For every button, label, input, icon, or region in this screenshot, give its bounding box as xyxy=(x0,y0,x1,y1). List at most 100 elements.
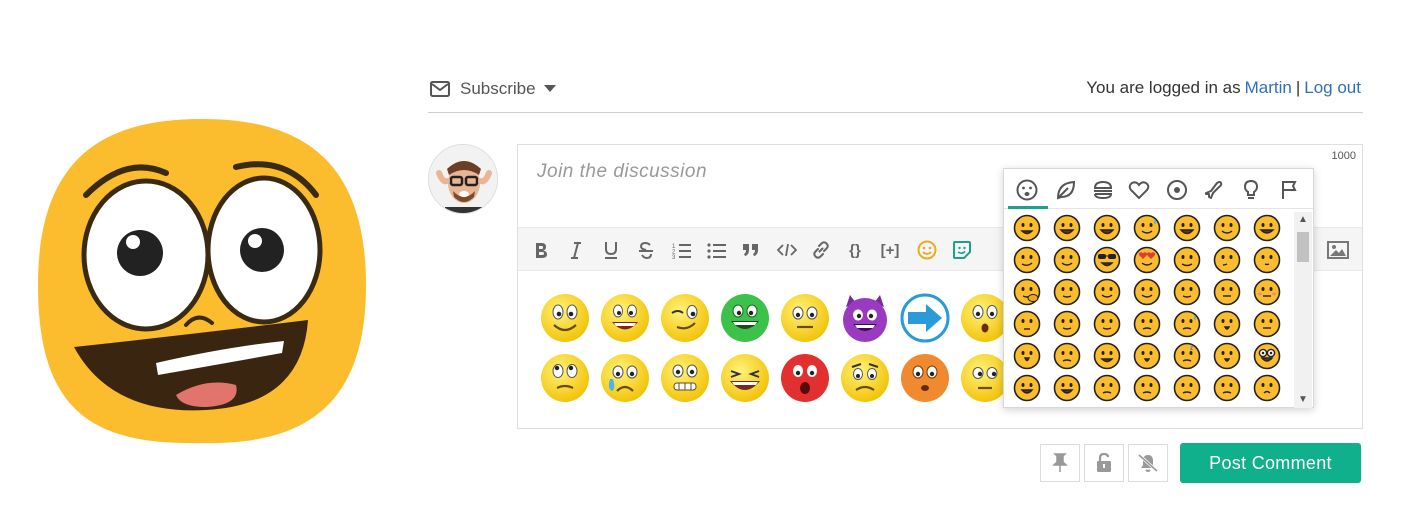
emoji-option[interactable] xyxy=(1093,246,1121,274)
emoji-option[interactable] xyxy=(1213,310,1241,338)
emoji-option[interactable] xyxy=(1013,342,1041,370)
emoji-option[interactable] xyxy=(1213,214,1241,242)
emoji-option[interactable] xyxy=(1133,342,1161,370)
emoji-option[interactable] xyxy=(1093,374,1121,402)
separator: | xyxy=(1295,78,1301,97)
emoji-crying[interactable] xyxy=(600,353,650,403)
login-status: You are logged in as Martin | Log out xyxy=(1086,78,1361,98)
emoji-orange-confused[interactable] xyxy=(900,353,950,403)
emoji-laughing[interactable] xyxy=(720,353,770,403)
emoji-option[interactable] xyxy=(1253,278,1281,306)
source-code-icon[interactable]: {} xyxy=(844,238,866,262)
image-upload-icon[interactable] xyxy=(1326,238,1350,262)
emoji-option[interactable] xyxy=(1093,342,1121,370)
sticky-pin-button[interactable] xyxy=(1040,444,1080,482)
underline-icon[interactable] xyxy=(600,238,622,262)
emoji-option[interactable] xyxy=(1053,214,1081,242)
objects-category-icon[interactable] xyxy=(1237,177,1265,203)
emoji-rolling-eyes[interactable] xyxy=(540,353,590,403)
emoji-option[interactable] xyxy=(1013,246,1041,274)
emoji-option[interactable] xyxy=(1133,278,1161,306)
logout-link[interactable]: Log out xyxy=(1304,78,1361,98)
travel-category-icon[interactable] xyxy=(1200,177,1228,203)
link-icon[interactable] xyxy=(810,238,832,262)
ordered-list-icon[interactable]: 123 xyxy=(670,238,694,262)
private-lock-button[interactable] xyxy=(1084,444,1124,482)
emoji-grin[interactable] xyxy=(600,293,650,343)
emoji-red-shocked[interactable] xyxy=(780,353,830,403)
emoji-option[interactable] xyxy=(1173,278,1201,306)
emoji-option[interactable] xyxy=(1173,246,1201,274)
character-limit: 1000 xyxy=(1331,150,1356,162)
post-comment-button[interactable]: Post Comment xyxy=(1180,443,1361,483)
emoji-category-tabs xyxy=(1004,169,1313,209)
bullet-list-icon[interactable] xyxy=(705,238,729,262)
editor-placeholder[interactable]: Join the discussion xyxy=(537,161,707,183)
spoiler-icon[interactable]: [+] xyxy=(875,238,905,262)
emoji-smile[interactable] xyxy=(540,293,590,343)
scroll-thumb[interactable] xyxy=(1297,232,1309,262)
user-name-link[interactable]: Martin xyxy=(1245,78,1292,98)
emoji-option[interactable] xyxy=(1093,214,1121,242)
emoji-scrollbar[interactable]: ▲ ▼ xyxy=(1294,212,1312,408)
emoji-option[interactable] xyxy=(1053,310,1081,338)
emoji-option[interactable] xyxy=(1133,246,1161,274)
header-divider xyxy=(428,112,1363,113)
emoji-option[interactable] xyxy=(1053,278,1081,306)
emoji-option[interactable] xyxy=(1133,374,1161,402)
emoji-option[interactable] xyxy=(1133,214,1161,242)
emoji-option[interactable] xyxy=(1013,214,1041,242)
emoji-option[interactable] xyxy=(1213,278,1241,306)
emoji-wink[interactable] xyxy=(660,293,710,343)
sticker-icon[interactable] xyxy=(951,238,973,262)
flags-category-icon[interactable] xyxy=(1275,177,1303,203)
smileys-category-icon[interactable] xyxy=(1013,177,1041,203)
emoji-option[interactable] xyxy=(1173,214,1201,242)
activities-category-icon[interactable] xyxy=(1163,177,1191,203)
emoji-option[interactable] xyxy=(1253,310,1281,338)
emoji-option[interactable] xyxy=(1213,342,1241,370)
emoji-option[interactable] xyxy=(1053,374,1081,402)
notifications-off-button[interactable] xyxy=(1128,444,1168,482)
emoji-option[interactable]: z xyxy=(1173,342,1201,370)
emoji-grimace[interactable] xyxy=(660,353,710,403)
emoji-option[interactable] xyxy=(1133,310,1161,338)
scroll-down-arrow-icon[interactable]: ▼ xyxy=(1297,394,1309,406)
emoji-option[interactable] xyxy=(1053,246,1081,274)
emoji-option[interactable] xyxy=(1253,214,1281,242)
emoji-option[interactable] xyxy=(1253,374,1281,402)
emoji-picker-icon[interactable] xyxy=(916,238,938,262)
food-category-icon[interactable] xyxy=(1089,177,1117,203)
emoji-option[interactable] xyxy=(1053,342,1081,370)
pin-icon xyxy=(1052,453,1068,472)
envelope-icon xyxy=(430,81,450,97)
strikethrough-icon[interactable] xyxy=(635,238,657,262)
emoji-option[interactable] xyxy=(1093,278,1121,306)
emoji-option[interactable] xyxy=(1093,310,1121,338)
emoji-option[interactable] xyxy=(1173,310,1201,338)
blockquote-icon[interactable] xyxy=(740,238,762,262)
emoji-green-laugh[interactable] xyxy=(720,293,770,343)
heart-category-icon[interactable] xyxy=(1125,177,1153,203)
emoji-option[interactable] xyxy=(1213,246,1241,274)
emoji-arrow-right[interactable] xyxy=(900,293,950,343)
italic-icon[interactable] xyxy=(565,238,587,262)
emoji-option[interactable] xyxy=(1013,310,1041,338)
emoji-option[interactable] xyxy=(1013,278,1041,306)
code-icon[interactable] xyxy=(775,238,799,262)
emoji-picker-popup: z ▲ ▼ xyxy=(1003,168,1314,408)
nature-category-icon[interactable] xyxy=(1052,177,1080,203)
emoji-worried[interactable] xyxy=(840,353,890,403)
emoji-option[interactable] xyxy=(1253,342,1281,370)
bold-icon[interactable] xyxy=(530,238,552,262)
avatar xyxy=(428,144,498,214)
emoji-option[interactable] xyxy=(1013,374,1041,402)
subscribe-dropdown[interactable]: Subscribe xyxy=(430,76,556,102)
caret-down-icon xyxy=(543,85,556,92)
emoji-devil[interactable] xyxy=(840,293,890,343)
emoji-option[interactable] xyxy=(1213,374,1241,402)
emoji-neutral[interactable] xyxy=(780,293,830,343)
emoji-option[interactable] xyxy=(1253,246,1281,274)
scroll-up-arrow-icon[interactable]: ▲ xyxy=(1297,214,1309,226)
emoji-option[interactable] xyxy=(1173,374,1201,402)
